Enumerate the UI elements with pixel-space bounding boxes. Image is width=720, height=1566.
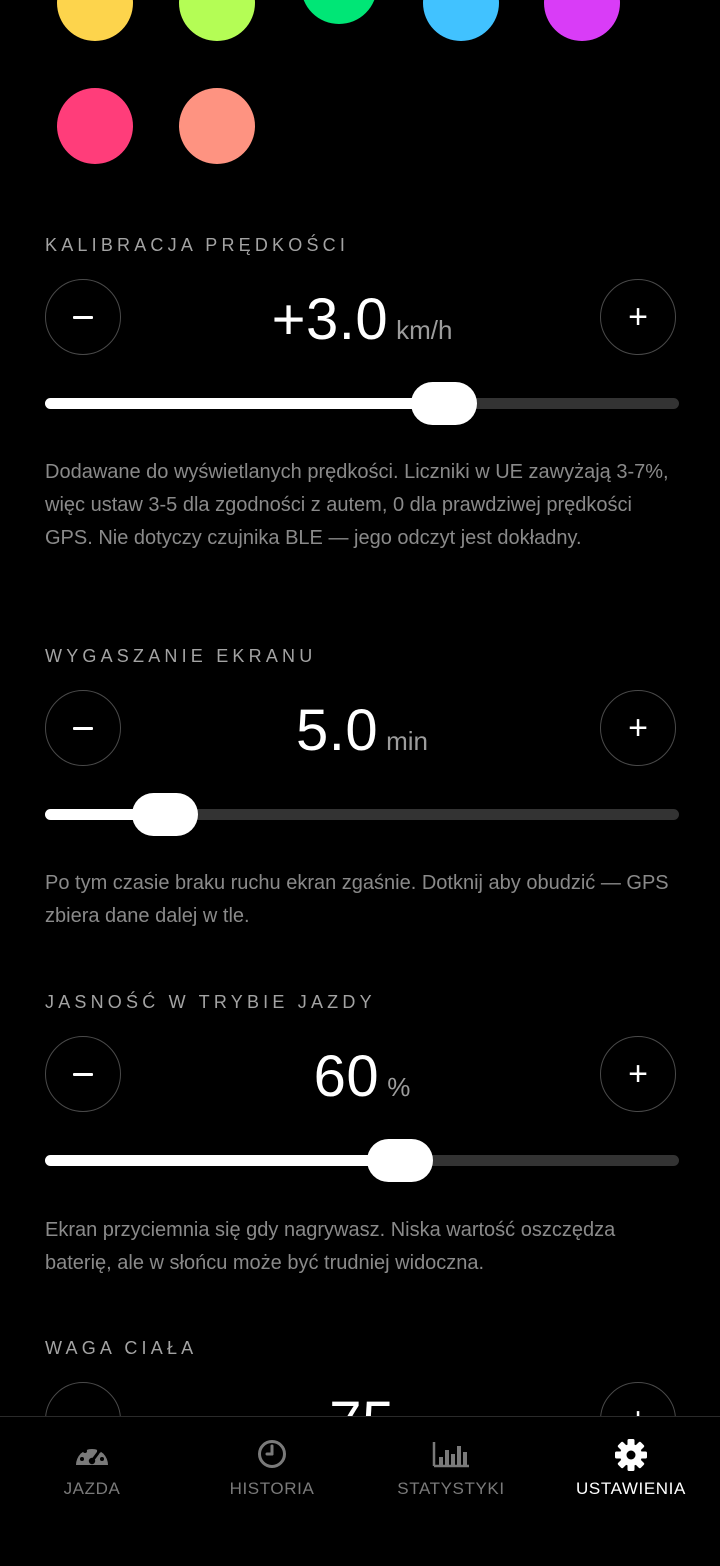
slider-track[interactable] bbox=[45, 793, 679, 836]
plus-icon: + bbox=[628, 1055, 648, 1093]
slider-thumb[interactable] bbox=[367, 1139, 434, 1182]
tab-historia[interactable]: HISTORIA bbox=[182, 1417, 362, 1527]
color-swatch-lime[interactable] bbox=[179, 0, 255, 41]
value-number: 5.0 bbox=[295, 698, 379, 763]
clock-icon bbox=[258, 1440, 286, 1468]
value-unit: min bbox=[386, 726, 429, 756]
value-unit: km/h bbox=[396, 315, 453, 345]
section-label: WAGA CIAŁA bbox=[45, 1338, 198, 1358]
section-label: JASNOŚĆ W TRYBIE JAZDY bbox=[45, 992, 376, 1012]
gear-icon bbox=[615, 1439, 647, 1471]
color-swatch-green[interactable] bbox=[301, 0, 377, 24]
minus-icon bbox=[73, 315, 93, 319]
tab-ustawienia[interactable]: USTAWIENIA bbox=[541, 1417, 720, 1527]
decrease-button[interactable] bbox=[45, 1036, 121, 1112]
value-display: 60% bbox=[124, 1043, 600, 1110]
increase-button[interactable]: + bbox=[600, 1036, 676, 1112]
tab-label: STATYSTYKI bbox=[397, 1479, 505, 1498]
increase-button[interactable]: + bbox=[600, 690, 676, 766]
speedometer-icon bbox=[76, 1445, 108, 1465]
tab-label: HISTORIA bbox=[229, 1479, 315, 1498]
color-swatch-yellow[interactable] bbox=[57, 0, 133, 41]
slider-track[interactable] bbox=[45, 1139, 679, 1182]
plus-icon: + bbox=[628, 709, 648, 747]
slider-track[interactable] bbox=[45, 382, 679, 425]
tab-bar: JAZDA HISTORIA STATYSTYKI USTAWIENIA bbox=[0, 1416, 720, 1566]
tab-statystyki[interactable]: STATYSTYKI bbox=[361, 1417, 541, 1527]
section-description: Po tym czasie braku ruchu ekran zgaśnie.… bbox=[45, 872, 669, 927]
slider-fill bbox=[45, 1155, 401, 1166]
value-display: +3.0 km/h bbox=[124, 286, 600, 353]
decrease-button[interactable] bbox=[45, 690, 121, 766]
bar-chart-icon bbox=[432, 1442, 469, 1468]
slider-fill bbox=[45, 398, 445, 409]
section-description: Dodawane do wyświetlanych prędkości. Lic… bbox=[45, 461, 669, 549]
tab-label: USTAWIENIA bbox=[576, 1479, 686, 1498]
section-description: Ekran przyciemnia się gdy nagrywasz. Nis… bbox=[45, 1219, 616, 1274]
minus-icon bbox=[73, 726, 93, 730]
color-swatch-pink[interactable] bbox=[57, 88, 133, 164]
value-unit: % bbox=[387, 1072, 411, 1102]
plus-icon: + bbox=[628, 298, 648, 336]
decrease-button[interactable] bbox=[45, 279, 121, 355]
color-swatch-blue[interactable] bbox=[423, 0, 499, 41]
minus-icon bbox=[73, 1072, 93, 1076]
value-display: 5.0 min bbox=[124, 697, 600, 764]
tab-jazda[interactable]: JAZDA bbox=[2, 1417, 182, 1527]
value-number: 60 bbox=[313, 1044, 380, 1109]
color-swatch-salmon[interactable] bbox=[179, 88, 255, 164]
value-number: +3.0 bbox=[271, 287, 389, 352]
section-label: WYGASZANIE EKRANU bbox=[45, 646, 317, 666]
color-swatch-purple[interactable] bbox=[544, 0, 620, 41]
tab-label: JAZDA bbox=[63, 1479, 121, 1498]
slider-thumb[interactable] bbox=[411, 382, 478, 425]
section-label: KALIBRACJA PRĘDKOŚCI bbox=[45, 235, 350, 255]
slider-thumb[interactable] bbox=[132, 793, 199, 836]
increase-button[interactable]: + bbox=[600, 279, 676, 355]
